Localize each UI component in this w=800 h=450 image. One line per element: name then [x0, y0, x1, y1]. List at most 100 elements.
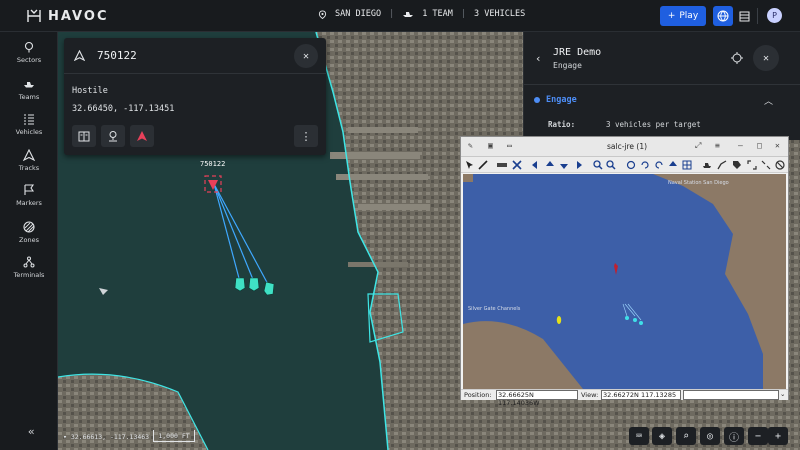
sidebar-item-vehicles[interactable]: Vehicles	[0, 113, 58, 147]
close-engage-panel-button[interactable]: ✕	[753, 45, 779, 71]
draw-icon[interactable]	[717, 160, 727, 170]
sidebar-item-teams[interactable]: Teams	[0, 78, 58, 112]
grid-icon[interactable]	[682, 160, 692, 170]
info-button[interactable]: ⓘ	[724, 427, 744, 445]
network-icon	[23, 256, 35, 268]
avatar[interactable]: P	[767, 8, 782, 23]
crosshair-icon: ◎	[706, 430, 714, 442]
sim-map-label-left: Silver Gate Channels	[468, 306, 521, 312]
top-bar: HAVOC SAN DIEGO | 1 TEAM | 3 VEHICLES + …	[0, 0, 800, 32]
expand-icon[interactable]	[747, 160, 757, 170]
sim-titlebar: ✎ ▣ ▭ salc-jre (1) ⤢ ≡ – □ ✕	[461, 137, 788, 157]
ratio-label: Ratio:	[548, 120, 576, 129]
menu-icon[interactable]: ≡	[715, 141, 720, 150]
sim-status-field	[683, 390, 779, 400]
minimize-icon[interactable]: –	[738, 141, 743, 150]
arrow-up-icon[interactable]	[545, 160, 555, 170]
engage-panel-title: JRE Demo	[553, 47, 602, 58]
cursor-icon: ▾	[63, 433, 71, 441]
close-icon[interactable]: ✕	[775, 141, 780, 150]
sim-map-label-top: Naval Station San Diego	[668, 180, 729, 186]
search-button[interactable]: ⌕	[676, 427, 696, 445]
vehicle-count: 3 VEHICLES	[474, 9, 526, 19]
fit-icon[interactable]	[761, 160, 771, 170]
sim-map[interactable]: Naval Station San Diego Silver Gate Chan…	[463, 174, 786, 389]
engage-panel: ‹ JRE Demo Engage ✕ Engage ︿ Ratio: 3 ve…	[523, 32, 800, 140]
tag-icon[interactable]	[732, 160, 742, 170]
plus-icon: +	[667, 11, 676, 21]
zoom-out-button[interactable]: −	[748, 427, 768, 445]
chevron-down-icon[interactable]: ⌄	[780, 390, 785, 398]
undo-icon[interactable]	[640, 160, 650, 170]
engage-section-header[interactable]: Engage	[534, 95, 577, 105]
logo-text: HAVOC	[48, 8, 109, 24]
track-detail-panel: 750122 ✕ Hostile 32.66450, -117.13451 ⋮	[64, 38, 326, 155]
view-field: 32.66272N 117.13285	[601, 390, 681, 400]
chevron-left-icon: ‹	[535, 52, 542, 65]
track-locate-button[interactable]	[101, 125, 125, 147]
back-button[interactable]: ‹	[535, 52, 542, 65]
track-triangle-icon	[74, 50, 85, 61]
boat-icon	[24, 82, 34, 88]
redo-icon[interactable]	[654, 160, 664, 170]
flag-icon	[24, 184, 35, 195]
scale-bar: 1,000 FT	[153, 430, 195, 442]
window-icon[interactable]: ▣	[488, 141, 493, 150]
minus-icon: −	[754, 430, 762, 442]
engage-section	[524, 84, 800, 140]
play-button[interactable]: + Play	[660, 6, 706, 26]
logo-icon	[27, 9, 41, 22]
sim-status-bar: Position: 32.66625N 117.14036W View: 32.…	[461, 389, 788, 407]
expand-icon[interactable]: ⤢	[695, 141, 701, 151]
pointer-icon[interactable]	[465, 160, 475, 170]
collapse-sidebar-button[interactable]: «	[28, 425, 35, 438]
zoom-in-icon[interactable]	[593, 160, 603, 170]
divider	[757, 8, 758, 24]
location-pin-icon	[318, 9, 327, 19]
maximize-icon[interactable]: □	[757, 141, 762, 150]
info-icon: ⓘ	[729, 432, 739, 444]
engage-panel-subtitle: Engage	[553, 61, 582, 70]
track-status: Hostile	[72, 86, 108, 96]
arrow-left-icon[interactable]	[531, 160, 541, 170]
no-entry-icon[interactable]	[775, 160, 785, 170]
keyboard-icon: ⌨	[635, 430, 643, 442]
sidebar-item-zones[interactable]: Zones	[0, 221, 58, 255]
arrow-down-icon[interactable]	[559, 160, 569, 170]
keyboard-button[interactable]: ⌨	[629, 427, 649, 445]
zoom-in-button[interactable]: +	[768, 427, 788, 445]
cursor-coordinates: ▾ 32.66613, -117.13463	[63, 433, 150, 441]
sidebar-item-tracks[interactable]: Tracks	[0, 149, 58, 183]
sim-toolbar	[461, 157, 788, 173]
vehicle-icon[interactable]	[702, 160, 712, 170]
pencil-icon[interactable]	[478, 160, 488, 170]
sidebar-item-sectors[interactable]: Sectors	[0, 41, 58, 75]
track-coordinates: 32.66450, -117.13451	[72, 104, 175, 114]
plus-icon: +	[774, 430, 782, 442]
chevron-up-icon[interactable]: ︿	[764, 94, 773, 107]
globe-button[interactable]	[713, 6, 733, 26]
ruler-icon[interactable]	[497, 160, 507, 170]
logo: HAVOC	[26, 8, 108, 24]
track-more-button[interactable]: ⋮	[294, 125, 318, 147]
monitor-icon[interactable]: ▭	[507, 141, 512, 150]
sim-window-title: salc-jre (1)	[607, 142, 648, 151]
sidebar-item-markers[interactable]: Markers	[0, 184, 58, 218]
rotate-icon[interactable]	[626, 160, 636, 170]
position-label: Position:	[464, 391, 492, 399]
arrow-right-icon[interactable]	[573, 160, 583, 170]
track-map-label: 750122	[200, 160, 226, 168]
track-affiliation-button[interactable]	[130, 125, 154, 147]
track-details-button[interactable]	[72, 125, 96, 147]
crosshair-icon[interactable]	[730, 51, 744, 65]
close-track-panel-button[interactable]: ✕	[294, 44, 318, 68]
hatched-circle-icon	[23, 221, 35, 233]
cancel-icon[interactable]	[512, 160, 522, 170]
edit-icon[interactable]: ✎	[468, 141, 473, 150]
locate-button[interactable]: ◎	[700, 427, 720, 445]
sidebar-item-terminals[interactable]: Terminals	[0, 256, 58, 290]
arrow-up-icon[interactable]	[668, 160, 678, 170]
layers-button[interactable]: ◈	[652, 427, 672, 445]
zoom-out-icon[interactable]	[606, 160, 616, 170]
layout-button[interactable]	[734, 6, 754, 26]
